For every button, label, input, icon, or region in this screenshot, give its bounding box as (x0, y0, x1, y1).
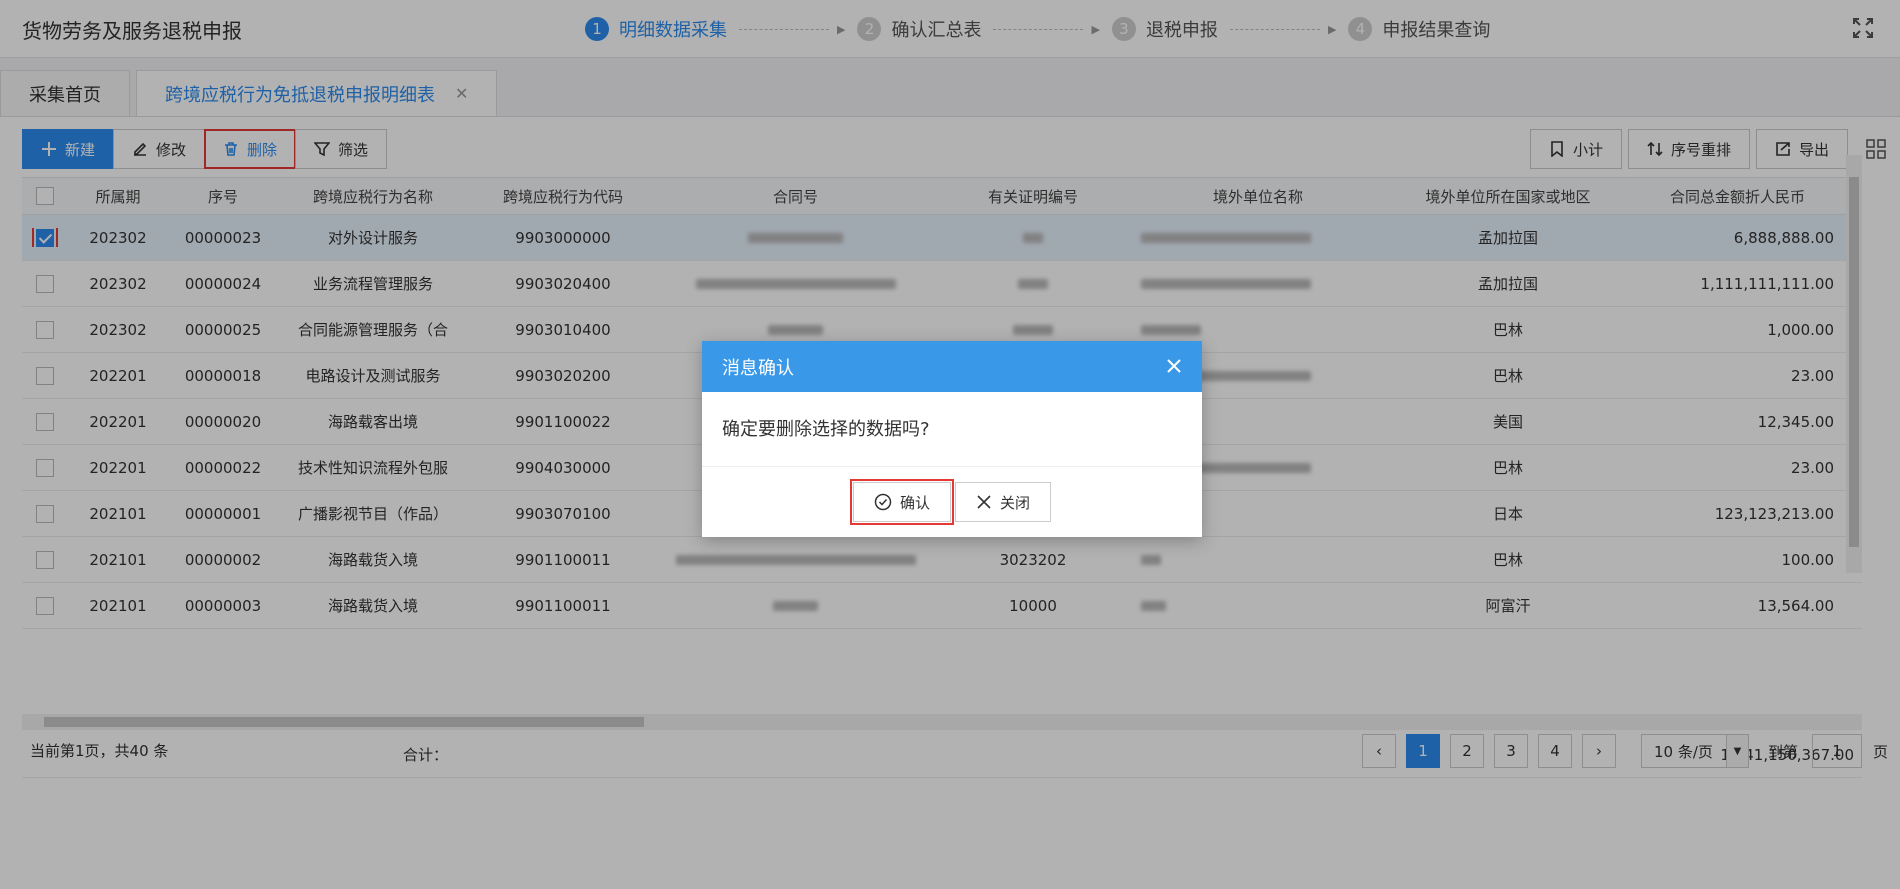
close-icon (977, 495, 991, 509)
close-label: 关闭 (1000, 493, 1031, 512)
confirm-button[interactable]: 确认 (849, 479, 955, 525)
close-button[interactable]: 关闭 (955, 482, 1052, 522)
dialog-header: 消息确认 (702, 341, 1202, 392)
confirm-dialog: 消息确认 确定要删除选择的数据吗? 确认 关闭 (702, 341, 1202, 537)
dialog-footer: 确认 关闭 (702, 467, 1202, 537)
dialog-message: 确定要删除选择的数据吗? (702, 392, 1202, 467)
dialog-title: 消息确认 (722, 357, 794, 379)
close-icon[interactable] (1166, 358, 1182, 374)
check-circle-icon (874, 493, 892, 511)
confirm-label: 确认 (899, 493, 930, 512)
